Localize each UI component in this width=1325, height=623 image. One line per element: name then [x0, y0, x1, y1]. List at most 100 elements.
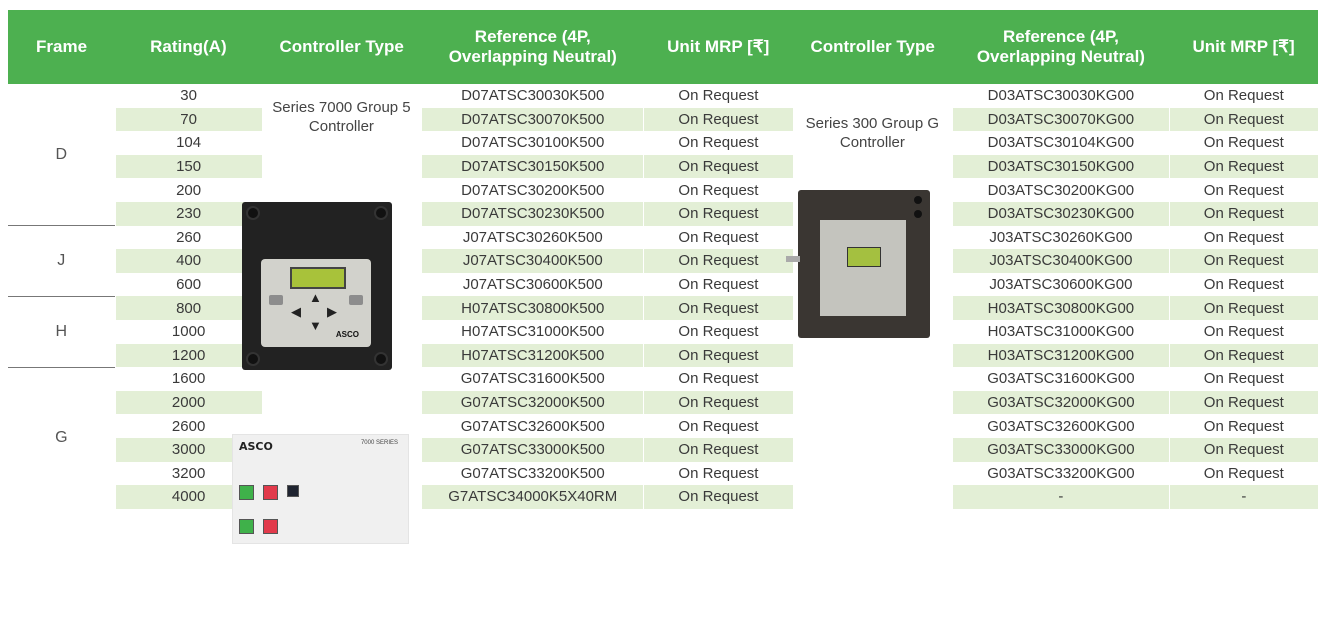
reference-cell-2: H03ATSC30800KG00 — [952, 296, 1170, 320]
reference-cell-2: G03ATSC32600KG00 — [952, 414, 1170, 438]
reference-cell-1: G07ATSC32000K500 — [421, 390, 644, 415]
mrp-cell-2: On Request — [1168, 319, 1318, 344]
header-controller-type-1: Controller Type — [261, 10, 422, 84]
mrp-cell-2: On Request — [1168, 201, 1318, 226]
reference-cell-2: G03ATSC33200KG00 — [952, 461, 1170, 486]
lcd-display-300 — [847, 247, 881, 267]
mrp-cell-2: On Request — [1168, 414, 1318, 438]
frame-cell: D — [55, 145, 68, 163]
series-7000-controller-image: ▲ ◀ ▶ ▼ ASCO — [242, 202, 392, 370]
mrp-cell-2: On Request — [1168, 461, 1318, 486]
rating-cell: 30 — [114, 84, 262, 108]
table-row: 200 D07ATSC30200K500 On Request D03ATSC3020… — [8, 178, 1318, 202]
controller-type-label-2: Series 300 Group G Controller — [805, 115, 940, 151]
table-row: 600 J07ATSC30600K500 On Request J03ATSC3060… — [8, 272, 1318, 297]
reference-cell-1: J07ATSC30400K500 — [421, 249, 644, 273]
reference-cell-2: D03ATSC30070KG00 — [952, 107, 1170, 132]
mrp-cell-2: On Request — [1168, 154, 1318, 179]
mrp-cell-1: On Request — [643, 390, 793, 415]
table-row: 3200 G07ATSC33200K500 On Request G03ATSC332… — [8, 461, 1318, 486]
table-row: 230 D07ATSC30230K500 On Request D03ATSC3023… — [8, 201, 1318, 226]
header-unit-mrp-2: Unit MRP [₹] — [1169, 10, 1318, 84]
rating-cell: 150 — [114, 154, 262, 179]
table-row: J 260 J07ATSC30260K500 On Request J03ATSC302… — [8, 225, 1318, 297]
arrow-down-icon: ▼ — [309, 318, 322, 333]
rating-cell: 70 — [114, 107, 262, 132]
rating-cell: 1200 — [114, 343, 262, 368]
mrp-cell-1: On Request — [643, 249, 793, 273]
reference-cell-2: D03ATSC30104KG00 — [952, 131, 1170, 155]
header-frame: Frame — [8, 10, 116, 84]
table-row: 2600 G07ATSC32600K500 On Request G03ATSC326… — [8, 414, 1318, 438]
reference-cell-2: J03ATSC30260KG00 — [952, 225, 1170, 250]
reference-cell-1: G07ATSC31600K500 — [421, 367, 644, 391]
table-row: 400 J07ATSC30400K500 On Request J03ATSC3040… — [8, 249, 1318, 273]
rating-cell: 1000 — [114, 319, 262, 344]
rating-cell: 800 — [114, 296, 262, 320]
header-reference-2: Reference (4P, Overlapping Neutral) — [952, 10, 1170, 84]
mrp-cell-2: On Request — [1168, 84, 1318, 108]
mrp-cell-1: On Request — [643, 367, 793, 391]
frame-cell: J — [8, 225, 116, 297]
reference-cell-1: D07ATSC30030K500 — [421, 84, 644, 108]
enclosure-model-label: 7000 SERIES — [360, 440, 398, 446]
header-controller-type-2: Controller Type — [792, 10, 953, 84]
mrp-cell-1: On Request — [643, 225, 793, 250]
mrp-cell-1: On Request — [643, 107, 793, 132]
mrp-cell-2: On Request — [1168, 343, 1318, 368]
frame-cell: G — [8, 366, 116, 509]
mrp-cell-1: On Request — [643, 296, 793, 320]
reference-cell-1: D07ATSC30070K500 — [421, 107, 644, 132]
table-row: H 800 H07ATSC30800K500 On Request H03ATSC308… — [8, 295, 1318, 368]
mrp-cell-2: - — [1168, 485, 1318, 509]
reference-cell-2: G03ATSC32000KG00 — [952, 390, 1170, 415]
reference-cell-1: G07ATSC32600K500 — [421, 414, 644, 438]
controller-type-label-1: Series 7000 Group 5 Controller — [272, 99, 411, 135]
table-row: D 30 Series 7000 Group 5 Controller D07ATSC… — [8, 84, 1318, 509]
table-row: G 1600 G07ATSC31600K500 On Request G03ATSC31… — [8, 366, 1318, 509]
header-reference-1: Reference (4P, Overlapping Neutral) — [421, 10, 644, 84]
rating-cell: 230 — [114, 201, 262, 226]
mrp-cell-1: On Request — [643, 131, 793, 155]
reference-cell-1: D07ATSC30100K500 — [421, 131, 644, 155]
mrp-cell-1: On Request — [643, 154, 793, 179]
rating-cell: 104 — [114, 131, 262, 155]
mrp-cell-1: On Request — [643, 84, 793, 108]
mrp-cell-2: On Request — [1168, 178, 1318, 202]
reference-cell-1: H07ATSC30800K500 — [421, 296, 644, 320]
header-row: Frame Rating(A) Controller Type Referenc… — [8, 10, 1318, 84]
mrp-cell-2: On Request — [1168, 296, 1318, 320]
mrp-cell-1: On Request — [643, 485, 793, 509]
table-row: 150 D07ATSC30150K500 On Request D03ATSC3015… — [8, 154, 1318, 179]
header-rating: Rating(A) — [115, 10, 262, 84]
arrow-left-icon: ◀ — [291, 304, 301, 319]
reference-cell-2: G03ATSC33000KG00 — [952, 437, 1170, 462]
table-row: 4000 G7ATSC34000K5X40RM On Request - - — [8, 485, 1318, 509]
price-table-page: Frame Rating(A) Controller Type Referenc… — [0, 0, 1325, 623]
lcd-display — [290, 267, 346, 289]
arrow-right-icon: ▶ — [327, 304, 337, 319]
header-unit-mrp-1: Unit MRP [₹] — [643, 10, 793, 84]
asco-logo: ASCO — [335, 330, 359, 339]
reference-cell-2: D03ATSC30150KG00 — [952, 154, 1170, 179]
reference-cell-1: G07ATSC33000K500 — [421, 437, 644, 462]
controller-panel — [820, 220, 906, 316]
table-row: 2000 G07ATSC32000K500 On Request G03ATSC320… — [8, 390, 1318, 415]
reference-cell-1: J07ATSC30260K500 — [421, 225, 644, 250]
rating-cell: 400 — [114, 249, 262, 273]
ats-enclosure-image: ASCO 7000 SERIES — [232, 434, 409, 544]
frame-cell: H — [8, 295, 116, 368]
mrp-cell-2: On Request — [1168, 249, 1318, 273]
reference-cell-2: - — [952, 485, 1170, 509]
reference-cell-2: H03ATSC31000KG00 — [952, 319, 1170, 344]
mrp-cell-1: On Request — [643, 343, 793, 368]
reference-cell-2: J03ATSC30400KG00 — [952, 249, 1170, 273]
reference-cell-2: D03ATSC30030KG00 — [952, 84, 1170, 108]
mrp-cell-1: On Request — [643, 461, 793, 486]
asco-brand-logo: ASCO — [239, 440, 273, 453]
reference-cell-2: D03ATSC30200KG00 — [952, 178, 1170, 202]
mrp-cell-2: On Request — [1168, 367, 1318, 391]
reference-cell-2: D03ATSC30230KG00 — [952, 201, 1170, 226]
reference-cell-1: J07ATSC30600K500 — [421, 272, 644, 297]
price-table: Frame Rating(A) Controller Type Referenc… — [8, 10, 1318, 509]
